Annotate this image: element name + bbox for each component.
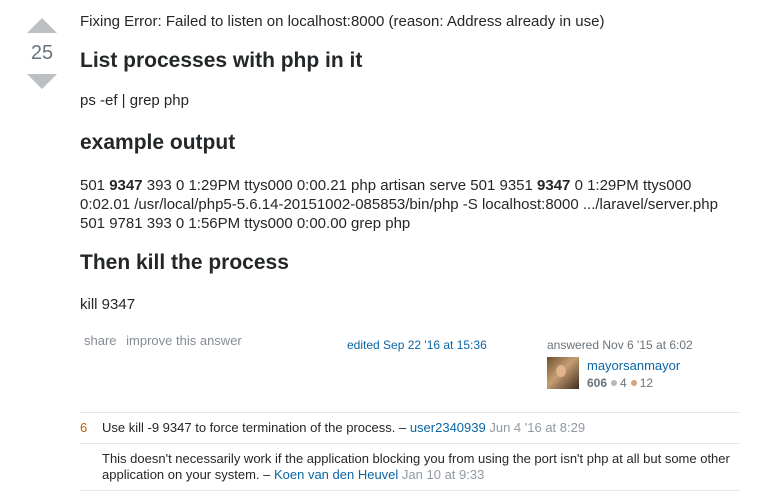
comment-body: This doesn't necessarily work if the app… <box>102 444 740 490</box>
heading-list-processes: List processes with php in it <box>80 49 363 72</box>
bronze-badge-icon <box>630 380 637 387</box>
downvote-arrow-icon[interactable] <box>27 74 57 89</box>
vote-cell: 25 <box>26 18 58 89</box>
heading-example-output: example output <box>80 131 236 154</box>
comment-date: Jun 4 '16 at 8:29 <box>489 420 586 435</box>
comment-date: Jan 10 at 9:33 <box>401 467 485 482</box>
output-segment: 393 0 1:29PM ttys000 0:00.21 php artisan… <box>142 177 538 194</box>
user-card: mayorsanmayor 606 4 12 <box>547 357 747 393</box>
answer-body: Fixing Error: Failed to listen on localh… <box>80 12 740 314</box>
upvote-arrow-icon[interactable] <box>27 18 57 33</box>
command-kill: kill 9347 <box>80 296 136 313</box>
output-pid-highlight: 9347 <box>109 177 143 194</box>
silver-badge-count: 4 <box>620 376 627 390</box>
output-segment: 501 <box>80 177 110 194</box>
comment-user-link[interactable]: Koen van den Heuvel <box>274 467 398 482</box>
comment-user-link[interactable]: user2340939 <box>410 420 486 435</box>
bronze-badge-count: 12 <box>639 376 654 390</box>
avatar[interactable] <box>547 357 579 389</box>
answer-intro: Fixing Error: Failed to listen on localh… <box>80 13 605 30</box>
silver-badge-icon <box>611 380 618 387</box>
output-pid-highlight: 9347 <box>537 177 571 194</box>
comment-score: 6 <box>80 420 88 435</box>
vote-count: 25 <box>30 42 54 64</box>
user-name-link[interactable]: mayorsanmayor <box>587 358 680 373</box>
improve-answer-link[interactable]: improve this answer <box>126 333 242 348</box>
post-menu: share improve this answer <box>84 333 248 348</box>
edited-link[interactable]: edited Sep 22 '16 at 15:36 <box>347 338 487 352</box>
comment-body: Use kill -9 9347 to force termination of… <box>102 413 740 443</box>
command-ps: ps -ef | grep php <box>80 92 189 109</box>
example-output-text: 501 9347 393 0 1:29PM ttys000 0:00.21 ph… <box>80 176 740 233</box>
comments-list: 6 Use kill -9 9347 to force termination … <box>80 412 740 491</box>
user-reputation: 606 4 12 <box>587 376 653 390</box>
heading-kill-process: Then kill the process <box>80 251 289 274</box>
share-link[interactable]: share <box>84 333 117 348</box>
avatar-face-icon <box>556 365 566 377</box>
comment-text: Use kill -9 9347 to force termination of… <box>102 420 410 435</box>
reputation-score: 606 <box>587 376 608 390</box>
comment: This doesn't necessarily work if the app… <box>80 444 740 491</box>
answered-timestamp: answered Nov 6 '15 at 6:02 <box>547 338 693 352</box>
comment: 6 Use kill -9 9347 to force termination … <box>80 413 740 444</box>
